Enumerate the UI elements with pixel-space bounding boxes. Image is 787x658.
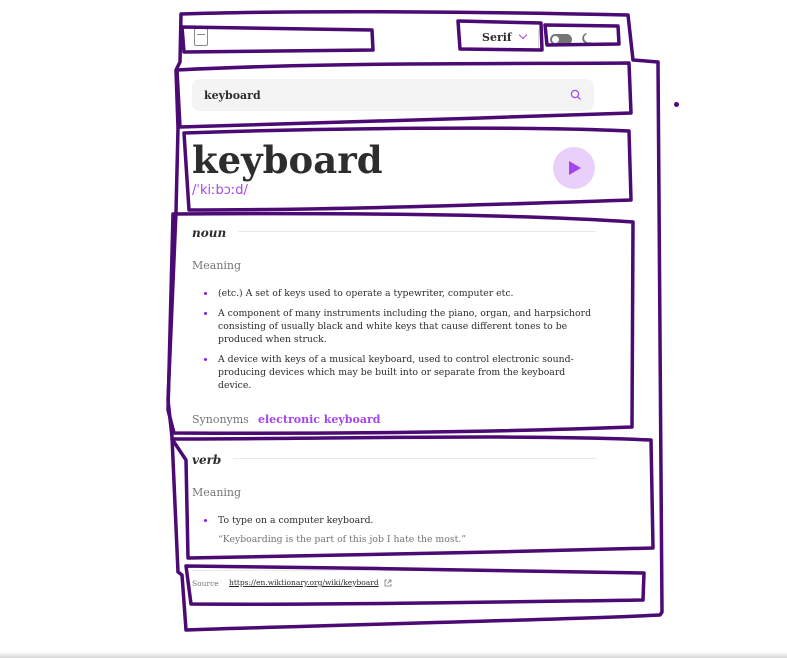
definition-item: (etc.) A set of keys used to operate a t… <box>192 287 596 300</box>
external-link-icon[interactable] <box>384 579 392 587</box>
synonyms-label: Synonyms <box>192 413 249 426</box>
header: Serif <box>192 26 596 54</box>
section-divider <box>232 458 596 459</box>
definition-list: (etc.) A set of keys used to operate a t… <box>192 287 596 399</box>
toggle-knob <box>552 36 559 43</box>
synonym-link[interactable]: electronic keyboard <box>258 413 380 426</box>
theme-toggle[interactable] <box>550 34 572 45</box>
header-divider <box>538 30 539 48</box>
meaning-label: Meaning <box>192 259 242 272</box>
meaning-label: Meaning <box>192 486 242 499</box>
font-select[interactable]: Serif <box>482 30 527 49</box>
part-of-speech: noun <box>192 226 239 240</box>
definition-item: A component of many instruments includin… <box>192 307 596 346</box>
annotation-dot <box>674 102 679 107</box>
noun-section-header: noun <box>192 222 596 240</box>
source-label: Source <box>192 579 219 588</box>
phonetic: /ˈkiːbɔːd/ <box>192 183 248 198</box>
moon-icon[interactable] <box>581 31 595 45</box>
verb-section-header: verb <box>192 449 596 467</box>
part-of-speech: verb <box>192 453 234 467</box>
source-link[interactable]: https://en.wiktionary.org/wiki/keyboard <box>229 578 379 587</box>
play-button[interactable] <box>553 147 595 189</box>
play-icon <box>569 161 581 175</box>
example-text: “Keyboarding is the part of this job I h… <box>218 534 467 545</box>
section-divider <box>232 231 596 232</box>
definition-item: A device with keys of a musical keyboard… <box>192 353 596 392</box>
word-title: keyboard <box>192 138 383 182</box>
chevron-down-icon <box>518 30 527 40</box>
search-bar <box>192 79 594 111</box>
bottom-edge <box>0 652 787 658</box>
definition-item: To type on a computer keyboard. <box>192 514 596 527</box>
book-icon[interactable] <box>194 28 208 46</box>
definition-list: To type on a computer keyboard. <box>192 514 596 534</box>
search-input[interactable] <box>204 79 554 111</box>
search-icon[interactable] <box>570 89 582 101</box>
dictionary-app: Serif keyboard /ˈkiːbɔːd/ noun Meaning (… <box>192 0 596 658</box>
font-select-label: Serif <box>482 31 512 44</box>
source-divider <box>192 570 596 571</box>
